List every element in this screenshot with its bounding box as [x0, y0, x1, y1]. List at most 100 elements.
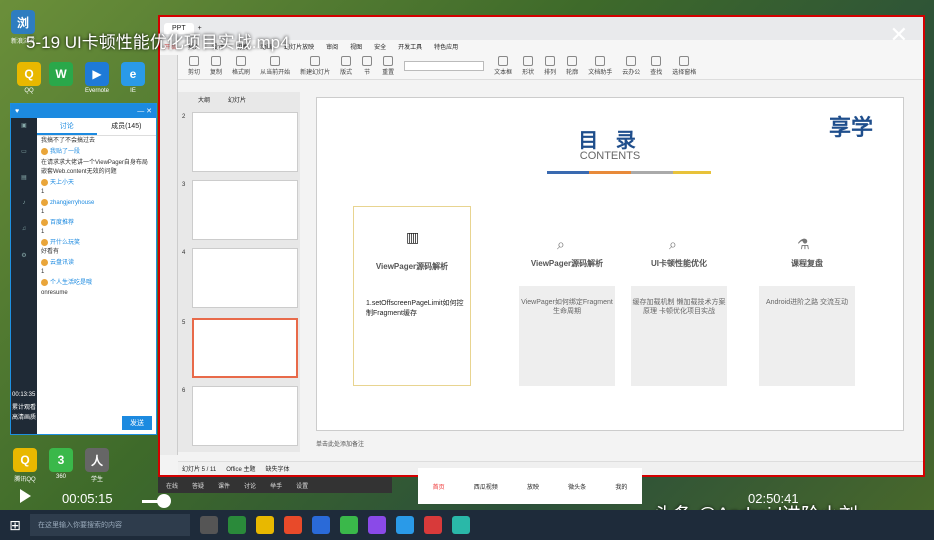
cut-button[interactable]: 剪切: [188, 55, 200, 76]
slide-number: 3: [182, 182, 186, 188]
folder-icon[interactable]: [256, 516, 274, 534]
view-label: 累计观看: [12, 405, 37, 411]
slide-number: 5: [182, 320, 186, 326]
app-icon[interactable]: [312, 516, 330, 534]
reset-button[interactable]: 重置: [382, 55, 394, 76]
qq-tabs: 讨论 成员(145): [37, 118, 156, 136]
play-from-current-button[interactable]: 从当前开始: [260, 55, 290, 76]
app-icon[interactable]: [452, 516, 470, 534]
chrome-icon[interactable]: [284, 516, 302, 534]
slide-subtitle: CONTENTS: [579, 150, 641, 162]
taskbar-search[interactable]: 在这里输入你要搜索的内容: [30, 514, 190, 536]
theme-name: Office 主题: [226, 467, 256, 473]
slide-number: 2: [182, 114, 186, 120]
card-body: 1.setOffscreenPageLimit如何控制Fragment缓存: [366, 300, 464, 317]
card-title: UI卡顿性能优化: [651, 259, 707, 268]
chat-message: 我贴了一段: [37, 147, 156, 158]
view-time: 00:13:35: [12, 392, 36, 398]
music-icon[interactable]: ♫: [11, 222, 37, 248]
shape-button[interactable]: 形状: [522, 55, 534, 76]
menu-item[interactable]: 特色应用: [434, 42, 458, 51]
cloud-button[interactable]: 云办公: [622, 55, 640, 76]
card-body: 缓存加载机制 懒加载技术方案原理 卡顿优化项目实战: [631, 286, 727, 386]
notes-area[interactable]: 单击此处添加备注: [316, 439, 904, 453]
slide-thumbnail[interactable]: [192, 112, 298, 172]
copy-button[interactable]: 复制: [210, 55, 222, 76]
progress-handle[interactable]: [157, 494, 171, 508]
taskview-icon[interactable]: [200, 516, 218, 534]
app-icon[interactable]: [228, 516, 246, 534]
color-bar: [631, 171, 673, 174]
chat-message: 天上小天 1: [41, 179, 75, 196]
wechat-icon[interactable]: [340, 516, 358, 534]
desktop-icon[interactable]: W: [46, 62, 76, 88]
format-painter-button[interactable]: 格式刷: [232, 55, 250, 76]
share-icon[interactable]: ▣: [11, 118, 37, 144]
doc-helper-button[interactable]: 文档助手: [588, 55, 612, 76]
settings-icon[interactable]: ⚙: [11, 248, 37, 274]
slide-thumbnail-selected[interactable]: [192, 318, 298, 378]
menu-item[interactable]: 开发工具: [398, 42, 422, 51]
close-icon[interactable]: ✕: [890, 22, 908, 48]
video-icon[interactable]: ▭: [11, 144, 37, 170]
font-selector[interactable]: [404, 60, 485, 71]
doc-icon[interactable]: ▤: [11, 170, 37, 196]
app-icon[interactable]: [396, 516, 414, 534]
slide-number: 4: [182, 250, 186, 256]
menu-item[interactable]: 视图: [350, 42, 362, 51]
wps-presentation-window: PPT + 开始 插入 设计 切换 动画 幻灯片放映 审阅 视图 安全 开发工具 …: [158, 15, 925, 477]
app-icon[interactable]: [424, 516, 442, 534]
search-icon: ⌕: [669, 236, 677, 252]
desktop-icon[interactable]: ▶ Evernote: [82, 62, 112, 94]
send-button[interactable]: 发送: [122, 416, 152, 430]
outline-button[interactable]: 轮廓: [566, 55, 578, 76]
slide-thumbnail[interactable]: [192, 248, 298, 308]
slide-canvas: 享学 目 录 CONTENTS ▥ ViewPager源码解析 1.setOff…: [316, 97, 904, 431]
desktop-icon[interactable]: Q 腾讯QQ: [10, 448, 40, 483]
content-card[interactable]: ⚗ 课程复盘 Android进阶之路 交流互动: [759, 236, 855, 386]
menu-item[interactable]: 审阅: [326, 42, 338, 51]
content-card-selected[interactable]: ▥ ViewPager源码解析 1.setOffscreenPageLimit如…: [353, 206, 471, 386]
search-icon: ⌕: [557, 236, 565, 252]
qq-chat-window: ♥ — ✕ ▣ ▭ ▤ ♪ ♫ ⚙ 讨论 成员(145) 我搞不了不会搞过去 我贴…: [10, 103, 157, 435]
books-icon: ▥: [406, 229, 420, 245]
desktop-icon[interactable]: e IE: [118, 62, 148, 94]
slide-thumbnail[interactable]: [192, 180, 298, 240]
missing-font[interactable]: 缺失字体: [265, 464, 289, 473]
textbox-button[interactable]: 文本框: [494, 55, 512, 76]
video-title: 5-19 UI卡顿性能优化项目实战.mp4: [26, 33, 290, 52]
color-bar: [589, 171, 631, 174]
slide-number: 6: [182, 388, 186, 394]
qq-sidebar: ▣ ▭ ▤ ♪ ♫ ⚙: [11, 118, 37, 434]
new-slide-button[interactable]: 新建幻灯片: [300, 55, 330, 76]
vertical-strip: [160, 55, 178, 455]
section-button[interactable]: 节: [362, 55, 373, 76]
card-title: ViewPager源码解析: [530, 259, 604, 268]
taskbar: ⊞ 在这里输入你要搜索的内容: [0, 510, 934, 540]
content-card[interactable]: ⌕ UI卡顿性能优化 缓存加载机制 懒加载技术方案原理 卡顿优化项目实战: [631, 236, 727, 386]
tab-outline[interactable]: 大纲: [198, 95, 210, 104]
microscope-icon: ⚗: [797, 236, 810, 252]
arrange-button[interactable]: 排列: [544, 55, 556, 76]
qq-titlebar: ♥ — ✕: [11, 104, 156, 118]
layout-button[interactable]: 版式: [340, 55, 352, 76]
quality-label: 高清画质: [12, 415, 37, 421]
mic-icon[interactable]: ♪: [11, 196, 37, 222]
play-icon[interactable]: [20, 489, 31, 503]
slide-title: 目 录: [578, 130, 642, 152]
desktop-icon[interactable]: 人学生: [82, 448, 112, 483]
menu-item[interactable]: 安全: [374, 42, 386, 51]
content-card[interactable]: ⌕ ViewPager源码解析 ViewPager如何绑定Fragment生命周…: [519, 236, 615, 386]
slide-thumbnail[interactable]: [192, 386, 298, 446]
tab-members[interactable]: 成员(145): [97, 118, 157, 135]
chat-message: 个人生活吃是哦 onresume: [41, 279, 93, 296]
tab-discussion[interactable]: 讨论: [37, 118, 97, 135]
current-time: 00:05:15: [62, 491, 113, 506]
find-button[interactable]: 查找: [650, 55, 662, 76]
tab-slides[interactable]: 幻灯片: [228, 95, 246, 104]
windows-start-icon[interactable]: ⊞: [0, 510, 30, 540]
app-icon[interactable]: [368, 516, 386, 534]
desktop-icon[interactable]: Q QQ: [14, 62, 44, 94]
desktop-icon[interactable]: 3 360: [46, 448, 76, 480]
selection-pane-button[interactable]: 选择窗格: [672, 55, 696, 76]
